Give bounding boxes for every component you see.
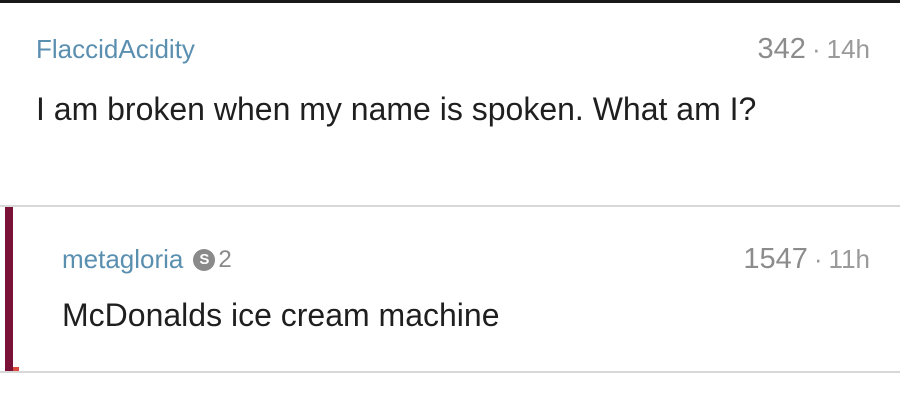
comment-thread-screen: FlaccidAcidity 342 · 14h I am broken when … <box>0 0 900 411</box>
comment-meta: 342 · 14h <box>758 33 870 66</box>
comment-age: 11h <box>828 244 870 274</box>
score: 342 <box>757 33 806 65</box>
flair-count: 2 <box>218 245 232 273</box>
comment-parent[interactable]: FlaccidAcidity 342 · 14h I am broken when … <box>0 3 900 205</box>
s-badge-icon: S <box>193 248 216 271</box>
comment-header: FlaccidAcidity 342 · 14h <box>36 33 870 73</box>
bottom-whitespace <box>0 373 900 411</box>
comment-meta: 1547 · 11h <box>743 243 870 276</box>
user-flair: S2 <box>193 245 232 274</box>
meta-separator: · <box>813 244 823 274</box>
comment-reply[interactable]: metagloria S2 1547 · 11h McDonalds ice cre… <box>0 207 900 371</box>
username-link[interactable]: FlaccidAcidity <box>36 34 195 65</box>
score: 1547 <box>743 243 808 275</box>
comment-body: I am broken when my name is spoken. What… <box>36 91 757 127</box>
comment-age: 14h <box>826 34 870 64</box>
username-label: metagloria <box>62 244 184 274</box>
meta-separator: · <box>811 34 821 64</box>
comment-body: McDonalds ice cream machine <box>62 297 500 333</box>
username-link[interactable]: metagloria S2 <box>62 244 232 275</box>
comment-header: metagloria S2 1547 · 11h <box>62 243 870 283</box>
